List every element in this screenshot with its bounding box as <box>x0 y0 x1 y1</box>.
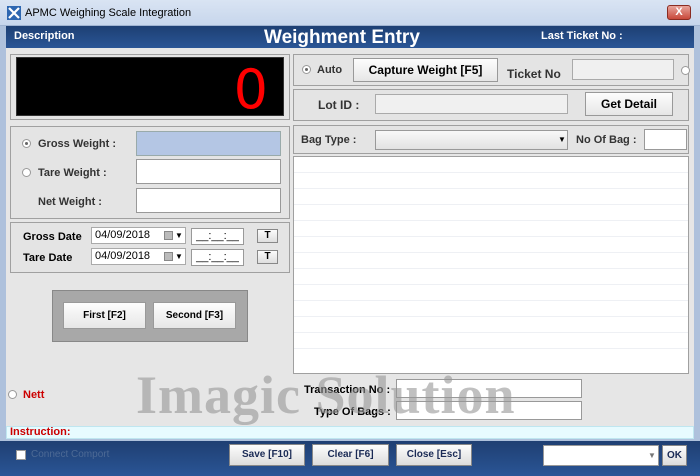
lot-id-label: Lot ID : <box>318 98 360 112</box>
gross-weight-field[interactable] <box>136 131 281 156</box>
no-of-bag-field[interactable] <box>644 129 687 150</box>
list-row-divider <box>294 188 688 189</box>
list-row-divider <box>294 204 688 205</box>
clear-button[interactable]: Clear [F6] <box>312 444 389 466</box>
manual-radio[interactable] <box>681 66 690 75</box>
ticket-no-field[interactable] <box>572 59 674 80</box>
connect-comport-checkbox[interactable] <box>16 450 26 460</box>
close-window-button[interactable]: X <box>667 5 691 20</box>
tare-weight-field[interactable] <box>136 159 281 184</box>
bag-type-select[interactable]: ▼ <box>375 130 568 150</box>
gross-weight-radio[interactable] <box>22 139 31 148</box>
nett-radio[interactable] <box>8 390 17 399</box>
tare-time-button[interactable]: T <box>257 250 278 264</box>
weight-display-value: 0 <box>233 58 268 121</box>
second-button[interactable]: Second [F3] <box>153 302 236 329</box>
list-row-divider <box>294 284 688 285</box>
gross-time-field[interactable]: __:__:__ <box>191 228 244 245</box>
list-row-divider <box>294 300 688 301</box>
description-label: Description <box>14 30 75 42</box>
last-ticket-label: Last Ticket No : <box>541 30 623 42</box>
no-of-bag-label: No Of Bag : <box>576 134 637 146</box>
close-button[interactable]: Close [Esc] <box>396 444 472 466</box>
instruction-label: Instruction: <box>10 426 71 438</box>
list-row-divider <box>294 252 688 253</box>
port-select[interactable]: ▼ <box>543 445 659 466</box>
gross-date-label: Gross Date <box>23 231 82 243</box>
list-row-divider <box>294 236 688 237</box>
net-weight-label: Net Weight : <box>38 196 102 208</box>
chevron-down-icon: ▼ <box>648 451 656 460</box>
bag-type-label: Bag Type : <box>301 134 357 146</box>
tare-weight-radio[interactable] <box>22 168 31 177</box>
auto-label: Auto <box>317 64 343 76</box>
net-weight-field[interactable] <box>136 188 281 213</box>
gross-date-value: 04/09/2018 <box>95 229 151 241</box>
ticket-no-label: Ticket No <box>507 67 561 81</box>
nett-label: Nett <box>23 389 45 401</box>
tare-time-field[interactable]: __:__:__ <box>191 249 244 266</box>
watermark: Imagic Solution <box>136 365 516 425</box>
gross-date-picker[interactable]: 04/09/2018 ▼ <box>91 227 186 244</box>
get-detail-button[interactable]: Get Detail <box>585 92 673 116</box>
list-row-divider <box>294 172 688 173</box>
capture-weight-button[interactable]: Capture Weight [F5] <box>353 58 498 82</box>
chevron-down-icon: ▼ <box>558 135 566 144</box>
list-row-divider <box>294 220 688 221</box>
window-title: APMC Weighing Scale Integration <box>25 7 192 19</box>
ok-button[interactable]: OK <box>662 445 687 466</box>
tare-date-value: 04/09/2018 <box>95 250 151 262</box>
auto-radio[interactable] <box>302 65 311 74</box>
calendar-icon <box>164 252 173 261</box>
gross-weight-label: Gross Weight : <box>38 138 117 150</box>
instruction-bar <box>6 426 694 439</box>
page-title: Weighment Entry <box>264 27 420 48</box>
calendar-icon <box>164 231 173 240</box>
tare-date-picker[interactable]: 04/09/2018 ▼ <box>91 248 186 265</box>
first-button[interactable]: First [F2] <box>63 302 146 329</box>
gross-time-button[interactable]: T <box>257 229 278 243</box>
app-icon <box>7 6 21 20</box>
tare-date-label: Tare Date <box>23 252 73 264</box>
save-button[interactable]: Save [F10] <box>229 444 305 466</box>
lot-id-field[interactable] <box>375 94 568 114</box>
chevron-down-icon: ▼ <box>175 231 183 240</box>
list-row-divider <box>294 332 688 333</box>
list-row-divider <box>294 316 688 317</box>
chevron-down-icon: ▼ <box>175 252 183 261</box>
connect-comport-label: Connect Comport <box>31 449 110 460</box>
list-row-divider <box>294 348 688 349</box>
list-row-divider <box>294 268 688 269</box>
tare-weight-label: Tare Weight : <box>38 167 107 179</box>
